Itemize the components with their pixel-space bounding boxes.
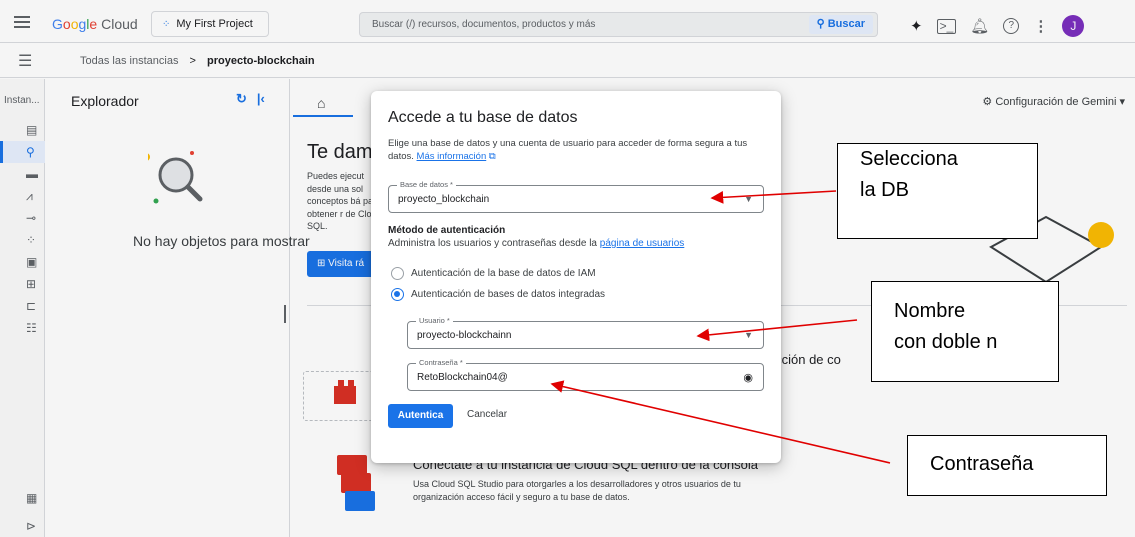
database-value: proyecto_blockchain: [398, 194, 490, 205]
cancel-button[interactable]: Cancelar: [467, 409, 507, 420]
users-page-link[interactable]: página de usuarios: [600, 238, 685, 249]
annotation-password: Contraseña: [907, 435, 1107, 496]
more-info-link[interactable]: Más información: [417, 151, 487, 162]
authenticate-button[interactable]: Autentica: [388, 404, 453, 428]
show-password-icon[interactable]: ◉: [743, 371, 753, 384]
external-link-icon: ⧉: [488, 151, 496, 162]
radio-builtin-auth[interactable]: Autenticación de bases de datos integrad…: [391, 288, 605, 301]
radio-iam-label: Autenticación de la base de datos de IAM: [411, 268, 596, 279]
database-select[interactable]: Base de datos * proyecto_blockchain ▼: [388, 180, 764, 213]
annotation-username-line2: con doble n: [894, 331, 998, 353]
user-label: Usuario *: [416, 316, 453, 325]
annotation-select-db-line1: Selecciona: [860, 148, 958, 170]
radio-builtin[interactable]: [391, 288, 404, 301]
radio-iam-auth[interactable]: Autenticación de la base de datos de IAM: [391, 267, 596, 280]
password-value: RetoBlockchain04@: [417, 372, 508, 383]
dialog-description: Elige una base de datos y una cuenta de …: [388, 137, 768, 163]
annotation-username-line1: Nombre: [894, 300, 966, 322]
database-label: Base de datos *: [397, 180, 456, 189]
chevron-down-icon: ▼: [744, 330, 753, 340]
annotation-username: Nombre con doble n: [871, 281, 1059, 382]
annotation-select-db: Selecciona la DB: [837, 143, 1038, 239]
password-label: Contraseña *: [416, 358, 466, 367]
radio-builtin-label: Autenticación de bases de datos integrad…: [411, 289, 606, 300]
auth-method-subtitle: Administra los usuarios y contraseñas de…: [388, 238, 684, 249]
password-field[interactable]: Contraseña * RetoBlockchain04@ ◉: [407, 358, 764, 391]
dialog-title: Accede a tu base de datos: [388, 109, 578, 126]
radio-iam[interactable]: [391, 267, 404, 280]
user-select[interactable]: Usuario * proyecto-blockchainn ▼: [407, 316, 764, 349]
access-database-dialog: Accede a tu base de datos Elige una base…: [371, 91, 781, 463]
auth-subtitle-text: Administra los usuarios y contraseñas de…: [388, 238, 597, 249]
user-value: proyecto-blockchainn: [417, 330, 512, 341]
annotation-password-text: Contraseña: [930, 453, 1034, 475]
annotation-select-db-line2: la DB: [860, 179, 909, 201]
chevron-down-icon: ▼: [744, 194, 753, 204]
auth-method-title: Método de autenticación: [388, 225, 506, 236]
